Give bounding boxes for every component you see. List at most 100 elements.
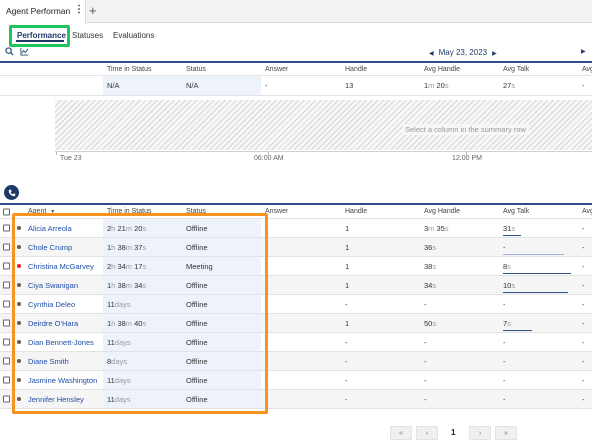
row-checkbox[interactable] bbox=[3, 357, 10, 365]
row-checkbox[interactable] bbox=[3, 281, 10, 289]
prev-page-button[interactable]: ‹ bbox=[416, 426, 438, 440]
col-header-avg-handle[interactable]: Avg Handle bbox=[424, 205, 496, 218]
cell-avg[interactable]: - bbox=[582, 390, 592, 408]
cell-answer[interactable] bbox=[265, 314, 337, 332]
summary-avg-handle[interactable]: 1m 20 s bbox=[424, 76, 496, 95]
kebab-menu-icon[interactable]: ⋮ bbox=[74, 4, 84, 15]
next-date-button[interactable]: ▶ bbox=[492, 51, 497, 57]
cell-avg-handle[interactable]: - bbox=[424, 333, 496, 351]
tab-bar: Agent Performance ⋮ + bbox=[0, 0, 592, 24]
cell-avg[interactable]: - bbox=[582, 276, 592, 294]
value: 34 bbox=[424, 280, 433, 290]
cell-answer[interactable] bbox=[265, 371, 337, 389]
value: 38 bbox=[424, 261, 433, 271]
summary-avg-talk[interactable]: 27 s bbox=[503, 76, 575, 95]
row-checkbox[interactable] bbox=[3, 300, 10, 308]
cell-avg-talk[interactable]: - bbox=[503, 390, 575, 408]
cell-avg-talk[interactable]: - bbox=[503, 371, 575, 389]
cell-avg-talk[interactable]: - bbox=[503, 352, 575, 370]
cell-avg[interactable]: - bbox=[582, 238, 592, 256]
cell-avg-handle[interactable]: 34 s bbox=[424, 276, 496, 294]
cell-answer[interactable] bbox=[265, 390, 337, 408]
cell-avg-handle[interactable]: - bbox=[424, 295, 496, 313]
tab-agent-performance[interactable]: Agent Performance ⋮ bbox=[0, 0, 86, 24]
cell-handle[interactable]: - bbox=[345, 333, 417, 351]
cell-avg[interactable]: - bbox=[582, 219, 592, 237]
row-checkbox[interactable] bbox=[3, 243, 10, 251]
cell-avg[interactable]: - bbox=[582, 295, 592, 313]
cell-handle[interactable]: 1 bbox=[345, 276, 417, 294]
unit: s bbox=[444, 81, 449, 90]
timeline-axis bbox=[55, 151, 592, 152]
cell-avg-handle[interactable]: 36 s bbox=[424, 238, 496, 256]
col-header-avg-handle[interactable]: Avg Handle bbox=[424, 63, 496, 75]
value: - bbox=[503, 375, 506, 385]
col-header-answer[interactable]: Answer bbox=[265, 63, 337, 75]
col-header-avg[interactable]: Avg bbox=[582, 63, 592, 75]
last-page-button[interactable]: » bbox=[495, 426, 517, 440]
cell-handle[interactable]: 1 bbox=[345, 314, 417, 332]
row-checkbox[interactable] bbox=[3, 376, 10, 384]
cell-avg-handle[interactable]: 3m 35 s bbox=[424, 219, 496, 237]
select-all-checkbox[interactable] bbox=[3, 208, 10, 215]
cell-avg[interactable]: - bbox=[582, 314, 592, 332]
row-checkbox[interactable] bbox=[3, 395, 10, 403]
col-header-avg-talk[interactable]: Avg Talk bbox=[503, 63, 575, 75]
date-end-button[interactable]: ▶ bbox=[581, 48, 586, 55]
row-checkbox[interactable] bbox=[3, 338, 10, 346]
add-tab-button[interactable]: + bbox=[89, 3, 97, 18]
cell-answer[interactable] bbox=[265, 295, 337, 313]
cell-answer[interactable] bbox=[265, 219, 337, 237]
cell-avg-handle[interactable]: - bbox=[424, 390, 496, 408]
prev-date-button[interactable]: ◀ bbox=[429, 51, 434, 57]
cell-handle[interactable]: - bbox=[345, 390, 417, 408]
cell-handle[interactable]: - bbox=[345, 352, 417, 370]
summary-time-in-status[interactable]: N/A bbox=[103, 76, 182, 95]
next-page-button[interactable]: › bbox=[469, 426, 491, 440]
cell-avg[interactable]: - bbox=[582, 371, 592, 389]
summary-handle[interactable]: 13 bbox=[345, 76, 417, 95]
summary-answer[interactable]: - bbox=[265, 76, 337, 95]
col-header-handle[interactable]: Handle bbox=[345, 63, 417, 75]
cell-answer[interactable] bbox=[265, 238, 337, 256]
current-page[interactable]: 1 bbox=[451, 428, 455, 437]
cell-handle[interactable]: - bbox=[345, 295, 417, 313]
tab-statuses[interactable]: Statuses bbox=[72, 31, 103, 40]
summary-status[interactable]: N/A bbox=[182, 76, 261, 95]
cell-avg[interactable]: - bbox=[582, 352, 592, 370]
row-checkbox[interactable] bbox=[3, 224, 10, 232]
chart-icon[interactable] bbox=[20, 47, 29, 58]
cell-avg[interactable]: - bbox=[582, 333, 592, 351]
col-header-handle[interactable]: Handle bbox=[345, 205, 417, 218]
cell-handle[interactable]: 1 bbox=[345, 238, 417, 256]
cell-answer[interactable] bbox=[265, 333, 337, 351]
phone-icon[interactable] bbox=[4, 185, 19, 200]
cell-answer[interactable] bbox=[265, 352, 337, 370]
cell-avg[interactable]: - bbox=[582, 257, 592, 275]
date-label[interactable]: May 23, 2023 bbox=[439, 48, 487, 57]
unit: s bbox=[511, 81, 516, 90]
col-header-avg-talk[interactable]: Avg Talk bbox=[503, 205, 575, 218]
col-header-answer[interactable]: Answer bbox=[265, 205, 337, 218]
cell-answer[interactable] bbox=[265, 276, 337, 294]
cell-avg-handle[interactable]: - bbox=[424, 371, 496, 389]
cell-handle[interactable]: 1 bbox=[345, 219, 417, 237]
search-icon[interactable] bbox=[5, 47, 14, 58]
row-checkbox[interactable] bbox=[3, 262, 10, 270]
value: - bbox=[424, 299, 427, 309]
first-page-button[interactable]: « bbox=[390, 426, 412, 440]
col-header-avg[interactable]: Avg bbox=[582, 205, 592, 218]
cell-avg-handle[interactable]: 38 s bbox=[424, 257, 496, 275]
cell-handle[interactable]: - bbox=[345, 371, 417, 389]
row-checkbox[interactable] bbox=[3, 319, 10, 327]
tab-evaluations[interactable]: Evaluations bbox=[113, 31, 154, 40]
summary-avg[interactable]: - bbox=[582, 76, 592, 95]
col-header-time-in-status[interactable]: Time in Status bbox=[107, 63, 179, 75]
cell-answer[interactable] bbox=[265, 257, 337, 275]
cell-avg-talk[interactable]: - bbox=[503, 333, 575, 351]
col-header-status[interactable]: Status bbox=[186, 63, 258, 75]
cell-avg-handle[interactable]: 50 s bbox=[424, 314, 496, 332]
cell-handle[interactable]: 1 bbox=[345, 257, 417, 275]
cell-avg-talk[interactable]: - bbox=[503, 295, 575, 313]
cell-avg-handle[interactable]: - bbox=[424, 352, 496, 370]
